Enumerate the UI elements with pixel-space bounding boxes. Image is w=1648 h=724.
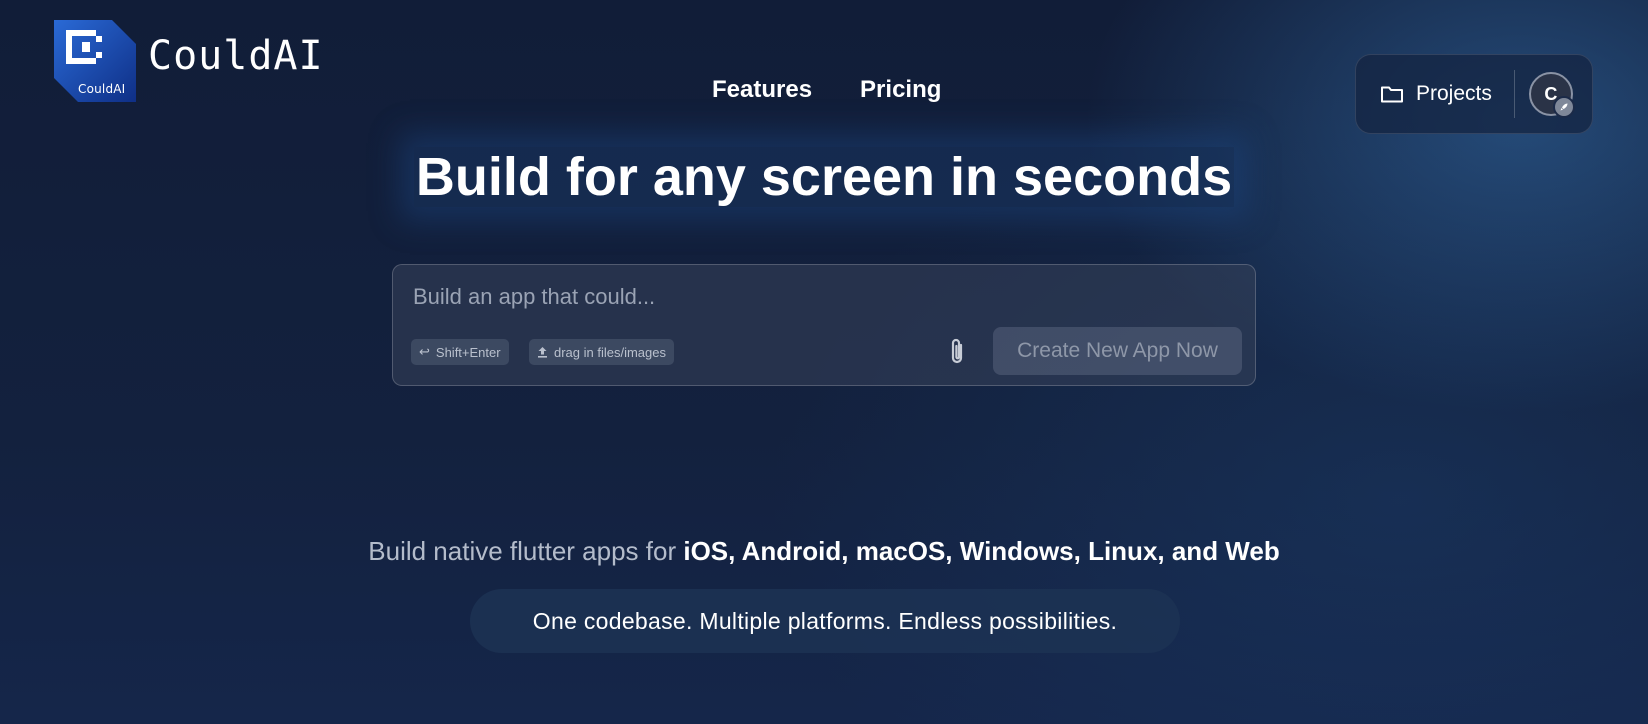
folder-icon (1381, 86, 1403, 103)
upload-icon (538, 347, 547, 358)
rocket-icon (1552, 96, 1575, 118)
platforms-list: iOS, Android, macOS, Windows, Linux, and… (683, 536, 1280, 566)
couldai-logo-icon: CouldAI (54, 20, 136, 102)
app-prompt-input[interactable] (411, 279, 1235, 315)
hero-title-text: Build for any screen in seconds (413, 147, 1235, 207)
shift-enter-chip: ↩ Shift+Enter (411, 339, 509, 365)
return-icon: ↩ (419, 344, 430, 359)
drag-files-label: drag in files/images (554, 344, 666, 360)
nav-pricing[interactable]: Pricing (860, 76, 941, 104)
nav-features[interactable]: Features (712, 76, 812, 104)
paperclip-icon (951, 338, 963, 364)
logo-mark-text: CouldAI (78, 82, 126, 96)
projects-label: Projects (1416, 82, 1492, 105)
tagline-text: One codebase. Multiple platforms. Endles… (532, 607, 1118, 634)
shift-enter-label: Shift+Enter (435, 344, 501, 360)
hero-title: Build for any screen in seconds (0, 146, 1648, 208)
drag-files-chip[interactable]: drag in files/images (529, 339, 674, 365)
account-divider (1513, 70, 1515, 118)
brand-logo[interactable]: CouldAI CouldAI (54, 20, 324, 102)
attach-button[interactable] (940, 335, 974, 369)
account-panel: Projects C (1355, 54, 1593, 134)
main-nav: Features Pricing (712, 76, 941, 104)
prompt-box: ↩ Shift+Enter drag in files/images Creat… (392, 264, 1256, 386)
create-new-app-button[interactable]: Create New App Now (993, 327, 1242, 375)
projects-button[interactable]: Projects (1380, 82, 1492, 106)
platforms-line: Build native flutter apps for iOS, Andro… (0, 536, 1648, 567)
tagline-pill: One codebase. Multiple platforms. Endles… (470, 589, 1180, 653)
user-avatar[interactable]: C (1528, 72, 1575, 118)
brand-wordmark: CouldAI (148, 33, 324, 79)
platforms-prefix: Build native flutter apps for (368, 536, 677, 566)
